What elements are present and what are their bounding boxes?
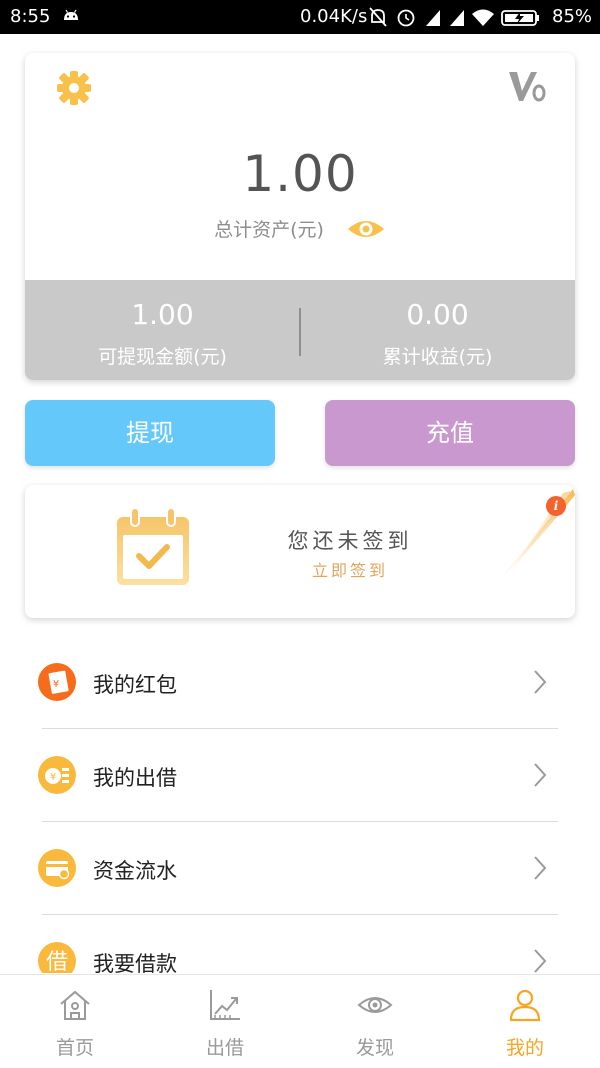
earnings-value: 0.00 — [406, 298, 469, 331]
battery-charging-icon — [501, 10, 539, 26]
chevron-right-icon — [534, 670, 547, 694]
checkin-status: 您还未签到 — [287, 529, 413, 553]
withdraw-button[interactable]: 提现 — [25, 400, 275, 466]
home-icon — [60, 990, 90, 1020]
alarm-icon — [397, 9, 415, 27]
status-bar: 8:55 0.04K/s 85% — [0, 0, 600, 34]
chart-icon — [210, 990, 240, 1020]
recharge-button[interactable]: 充值 — [325, 400, 575, 466]
total-assets-row: 总计资产(元) — [25, 215, 575, 242]
status-time: 8:55 — [10, 6, 51, 27]
checkin-card[interactable]: 您还未签到 立即签到 i — [25, 485, 575, 618]
menu-item-borrow[interactable]: 借 我要借款 — [0, 915, 600, 973]
gear-icon[interactable] — [55, 69, 93, 107]
menu-label: 资金流水 — [93, 859, 177, 883]
tab-mine[interactable]: 我的 — [450, 975, 600, 1068]
total-assets-label: 总计资产(元) — [214, 219, 324, 241]
tab-home[interactable]: 首页 — [0, 975, 150, 1068]
wallet-card-icon — [38, 849, 76, 887]
tab-label: 出借 — [205, 1037, 244, 1059]
wifi-icon — [472, 9, 494, 26]
withdrawable-block: 1.00 可提现金额(元) — [25, 280, 300, 380]
svg-text:¥: ¥ — [50, 772, 56, 783]
menu-label: 我的红包 — [93, 673, 177, 697]
total-assets-value: 1.00 — [242, 145, 358, 203]
chevron-right-icon — [534, 856, 547, 880]
calendar-check-icon — [117, 507, 189, 585]
asset-summary-bar: 1.00 可提现金额(元) 0.00 累计收益(元) — [25, 280, 575, 380]
coin-icon: ¥ — [38, 756, 76, 794]
eye-icon — [357, 997, 393, 1013]
vip-level-icon[interactable] — [507, 69, 547, 103]
eye-icon[interactable] — [346, 217, 386, 241]
menu-item-fund-flow[interactable]: 资金流水 — [0, 822, 600, 914]
svg-text:借: 借 — [46, 950, 68, 973]
menu-label: 我的出借 — [93, 766, 177, 790]
withdrawable-value: 1.00 — [131, 298, 194, 331]
android-notification-icon — [64, 9, 78, 20]
borrow-icon: 借 — [38, 942, 76, 973]
signal-icon — [426, 10, 464, 26]
red-envelope-icon: ¥ — [38, 663, 76, 701]
earnings-block: 0.00 累计收益(元) — [300, 280, 575, 380]
svg-text:¥: ¥ — [53, 679, 59, 690]
tab-discover[interactable]: 发现 — [300, 975, 450, 1068]
menu-label: 我要借款 — [93, 952, 177, 973]
checkin-now-link[interactable]: 立即签到 — [245, 557, 455, 581]
bottom-tab-bar: 首页 出借 发现 我的 — [0, 974, 600, 1068]
tab-label: 我的 — [505, 1037, 544, 1059]
menu-item-my-lending[interactable]: ¥ 我的出借 — [0, 729, 600, 821]
info-badge[interactable]: i — [546, 496, 566, 516]
tab-label: 首页 — [55, 1037, 94, 1059]
chevron-right-icon — [534, 763, 547, 787]
mute-bell-icon — [369, 7, 387, 27]
asset-card: 1.00 总计资产(元) 1.00 可提现金额(元) 0.00 累计收益(元) — [25, 53, 575, 380]
earnings-label: 累计收益(元) — [382, 346, 493, 368]
status-icons — [369, 7, 539, 27]
network-speed: 0.04K/s — [300, 6, 368, 27]
battery-percent: 85% — [552, 6, 593, 27]
menu-item-red-envelope[interactable]: ¥ 我的红包 — [0, 636, 600, 728]
user-icon — [509, 989, 541, 1022]
chevron-right-icon — [534, 949, 547, 973]
withdrawable-label: 可提现金额(元) — [98, 346, 227, 368]
tab-label: 发现 — [355, 1037, 394, 1059]
tab-lending[interactable]: 出借 — [150, 975, 300, 1068]
